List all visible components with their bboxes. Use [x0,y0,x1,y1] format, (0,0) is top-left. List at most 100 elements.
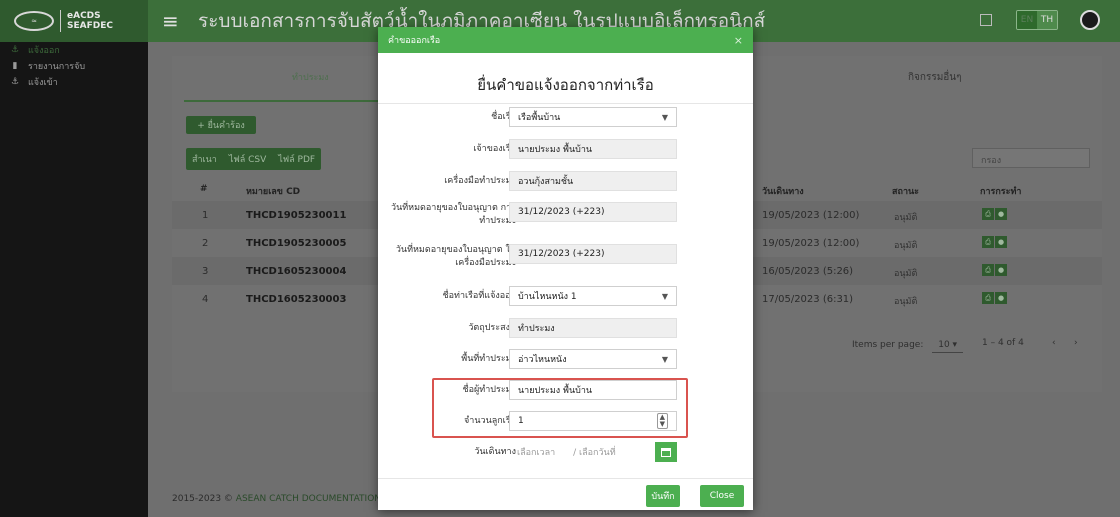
prev-page-icon[interactable]: ‹ [1052,338,1056,348]
row-num: 1 [202,210,209,221]
row-depart: 16/05/2023 (5:26) [762,266,854,277]
sidebar-item-label: รายงานการจับ [28,62,86,72]
close-button[interactable]: Close [700,485,744,507]
page-range: 1 – 4 of 4 [982,338,1024,348]
gear-label: เครื่องมือทำประมง [444,176,516,186]
gear-value: อวนกุ้งสามชั้น [518,177,574,187]
header-actions: EN TH [980,10,1100,30]
sidebar-item-depart[interactable]: ⚓ แจ้งออก [0,42,148,58]
area-label: พื้นที่ทำประมง [461,354,516,364]
row-cd: THCD1905230005 [246,238,347,249]
row-num: 4 [202,294,209,305]
logout-icon[interactable] [1080,10,1100,30]
col-header-status: สถานะ [892,187,919,197]
depart-request-dialog: คำขอออกเรือ × ยื่นคำขอแจ้งออกจากท่าเรือ … [378,27,753,510]
area-value: อ่าวไหนหนัง [518,355,567,365]
row-status: อนุมัติ [894,241,918,251]
items-per-page-value: 10 [938,340,950,350]
dialog-footer: บันทึก Close [378,478,753,510]
menu-toggle-icon[interactable]: ≡ [162,9,182,33]
owner-field: นายประมง พื้นบ้าน [509,139,677,159]
time-placeholder[interactable]: เลือกเวลา [517,445,555,459]
sidebar: ⚓ แจ้งออก ▮ รายงานการจับ ⚓ แจ้งเข้า [0,42,148,517]
boat-name-label: ชื่อเรือ [491,112,516,122]
row-status: อนุมัติ [894,213,918,223]
row-cd: THCD1905230011 [246,210,347,221]
purpose-field: ทำประมง [509,318,677,338]
row-actions: ⎙ ● [982,292,1007,304]
print-icon[interactable]: ⎙ [982,208,994,220]
row-actions: ⎙ ● [982,208,1007,220]
external-link-icon[interactable] [980,14,992,26]
sidebar-item-label: แจ้งออก [28,46,60,56]
depart-datetime-field[interactable]: เลือกเวลา / เลือกวันที่ [509,442,677,462]
print-icon[interactable]: ⎙ [982,236,994,248]
dialog-title: ยื่นคำขอแจ้งออกจากท่าเรือ [477,76,654,94]
tab-other-activities[interactable]: กิจกรรมอื่นๆ [908,70,962,85]
footer-link[interactable]: ASEAN CATCH DOCUMENTATION S [236,494,390,504]
gear-field: อวนกุ้งสามชั้น [509,171,677,191]
chevron-down-icon: ▼ [661,291,668,301]
view-icon[interactable]: ● [995,208,1007,220]
port-select[interactable]: บ้านไหนหนัง 1 ▼ [509,286,677,306]
app-logo[interactable]: ≈ eACDS SEAFDEC [0,0,148,42]
fish-logo-icon: ≈ [14,11,54,31]
lang-en-option[interactable]: EN [1017,11,1037,29]
boat-name-value: เรือพื้นบ้าน [518,113,561,123]
divider [378,103,753,104]
col-header-depart: วันเดินทาง [762,187,804,197]
row-cd: THCD1605230004 [246,266,347,277]
owner-label: เจ้าของเรือ [473,144,516,154]
port-label: ชื่อท่าเรือที่แจ้งออก [442,291,516,301]
view-icon[interactable]: ● [995,236,1007,248]
logo-line-1: eACDS [67,11,101,21]
date-placeholder[interactable]: / เลือกวันที่ [573,445,615,459]
port-value: บ้านไหนหนัง 1 [518,292,577,302]
anchor-icon: ⚓ [10,45,20,55]
gear-license-expiry-label: วันที่หมดอายุของใบอนุญาต ใช้เครื่องมือปร… [395,245,516,268]
area-select[interactable]: อ่าวไหนหนัง ▼ [509,349,677,369]
print-icon[interactable]: ⎙ [982,264,994,276]
license-expiry-label: วันที่หมดอายุของใบอนุญาต การทำประมง [391,203,516,226]
purpose-label: วัตถุประสงค์ [468,323,516,333]
row-num: 2 [202,238,209,249]
dialog-header: คำขอออกเรือ × [378,27,753,53]
row-depart: 19/05/2023 (12:00) [762,238,860,249]
footer: 2015-2023 © ASEAN CATCH DOCUMENTATION S [172,494,390,504]
copy-button[interactable]: สำเนา [186,148,223,170]
logo-divider [60,10,61,32]
language-switch[interactable]: EN TH [1016,10,1058,30]
next-page-icon[interactable]: › [1074,338,1078,348]
filter-input[interactable]: กรอง [972,148,1090,168]
csv-button[interactable]: ไฟล์ CSV [223,148,272,170]
items-per-page-label: Items per page: [852,340,924,350]
view-icon[interactable]: ● [995,292,1007,304]
print-icon[interactable]: ⎙ [982,292,994,304]
row-status: อนุมัติ [894,269,918,279]
license-expiry-value: 31/12/2023 (+223) [518,207,605,217]
items-per-page-select[interactable]: 10 ▾ [932,338,964,353]
dialog-header-title: คำขอออกเรือ [388,36,441,46]
sidebar-item-arrive[interactable]: ⚓ แจ้งเข้า [0,74,148,90]
tab-fishing[interactable]: ทำประมง [292,70,329,84]
pdf-button[interactable]: ไฟล์ PDF [272,148,321,170]
logo-line-2: SEAFDEC [67,21,113,31]
calendar-button[interactable] [655,442,677,462]
lang-th-option[interactable]: TH [1037,11,1057,29]
row-actions: ⎙ ● [982,236,1007,248]
save-button[interactable]: บันทึก [646,485,680,507]
anchor-icon: ⚓ [10,77,20,87]
view-icon[interactable]: ● [995,264,1007,276]
add-request-button[interactable]: + ยื่นคำร้อง [186,116,256,134]
close-icon[interactable]: × [734,34,743,47]
col-header-cd: หมายเลข CD [246,187,301,197]
boat-name-select[interactable]: เรือพื้นบ้าน ▼ [509,107,677,127]
row-actions: ⎙ ● [982,264,1007,276]
row-num: 3 [202,266,209,277]
owner-value: นายประมง พื้นบ้าน [518,145,593,155]
chevron-down-icon: ▼ [661,112,668,122]
row-depart: 19/05/2023 (12:00) [762,210,860,221]
export-buttons: สำเนา ไฟล์ CSV ไฟล์ PDF [186,148,322,170]
sidebar-item-catch-report[interactable]: ▮ รายงานการจับ [0,58,148,74]
items-per-page: Items per page: 10 ▾ [852,338,964,353]
